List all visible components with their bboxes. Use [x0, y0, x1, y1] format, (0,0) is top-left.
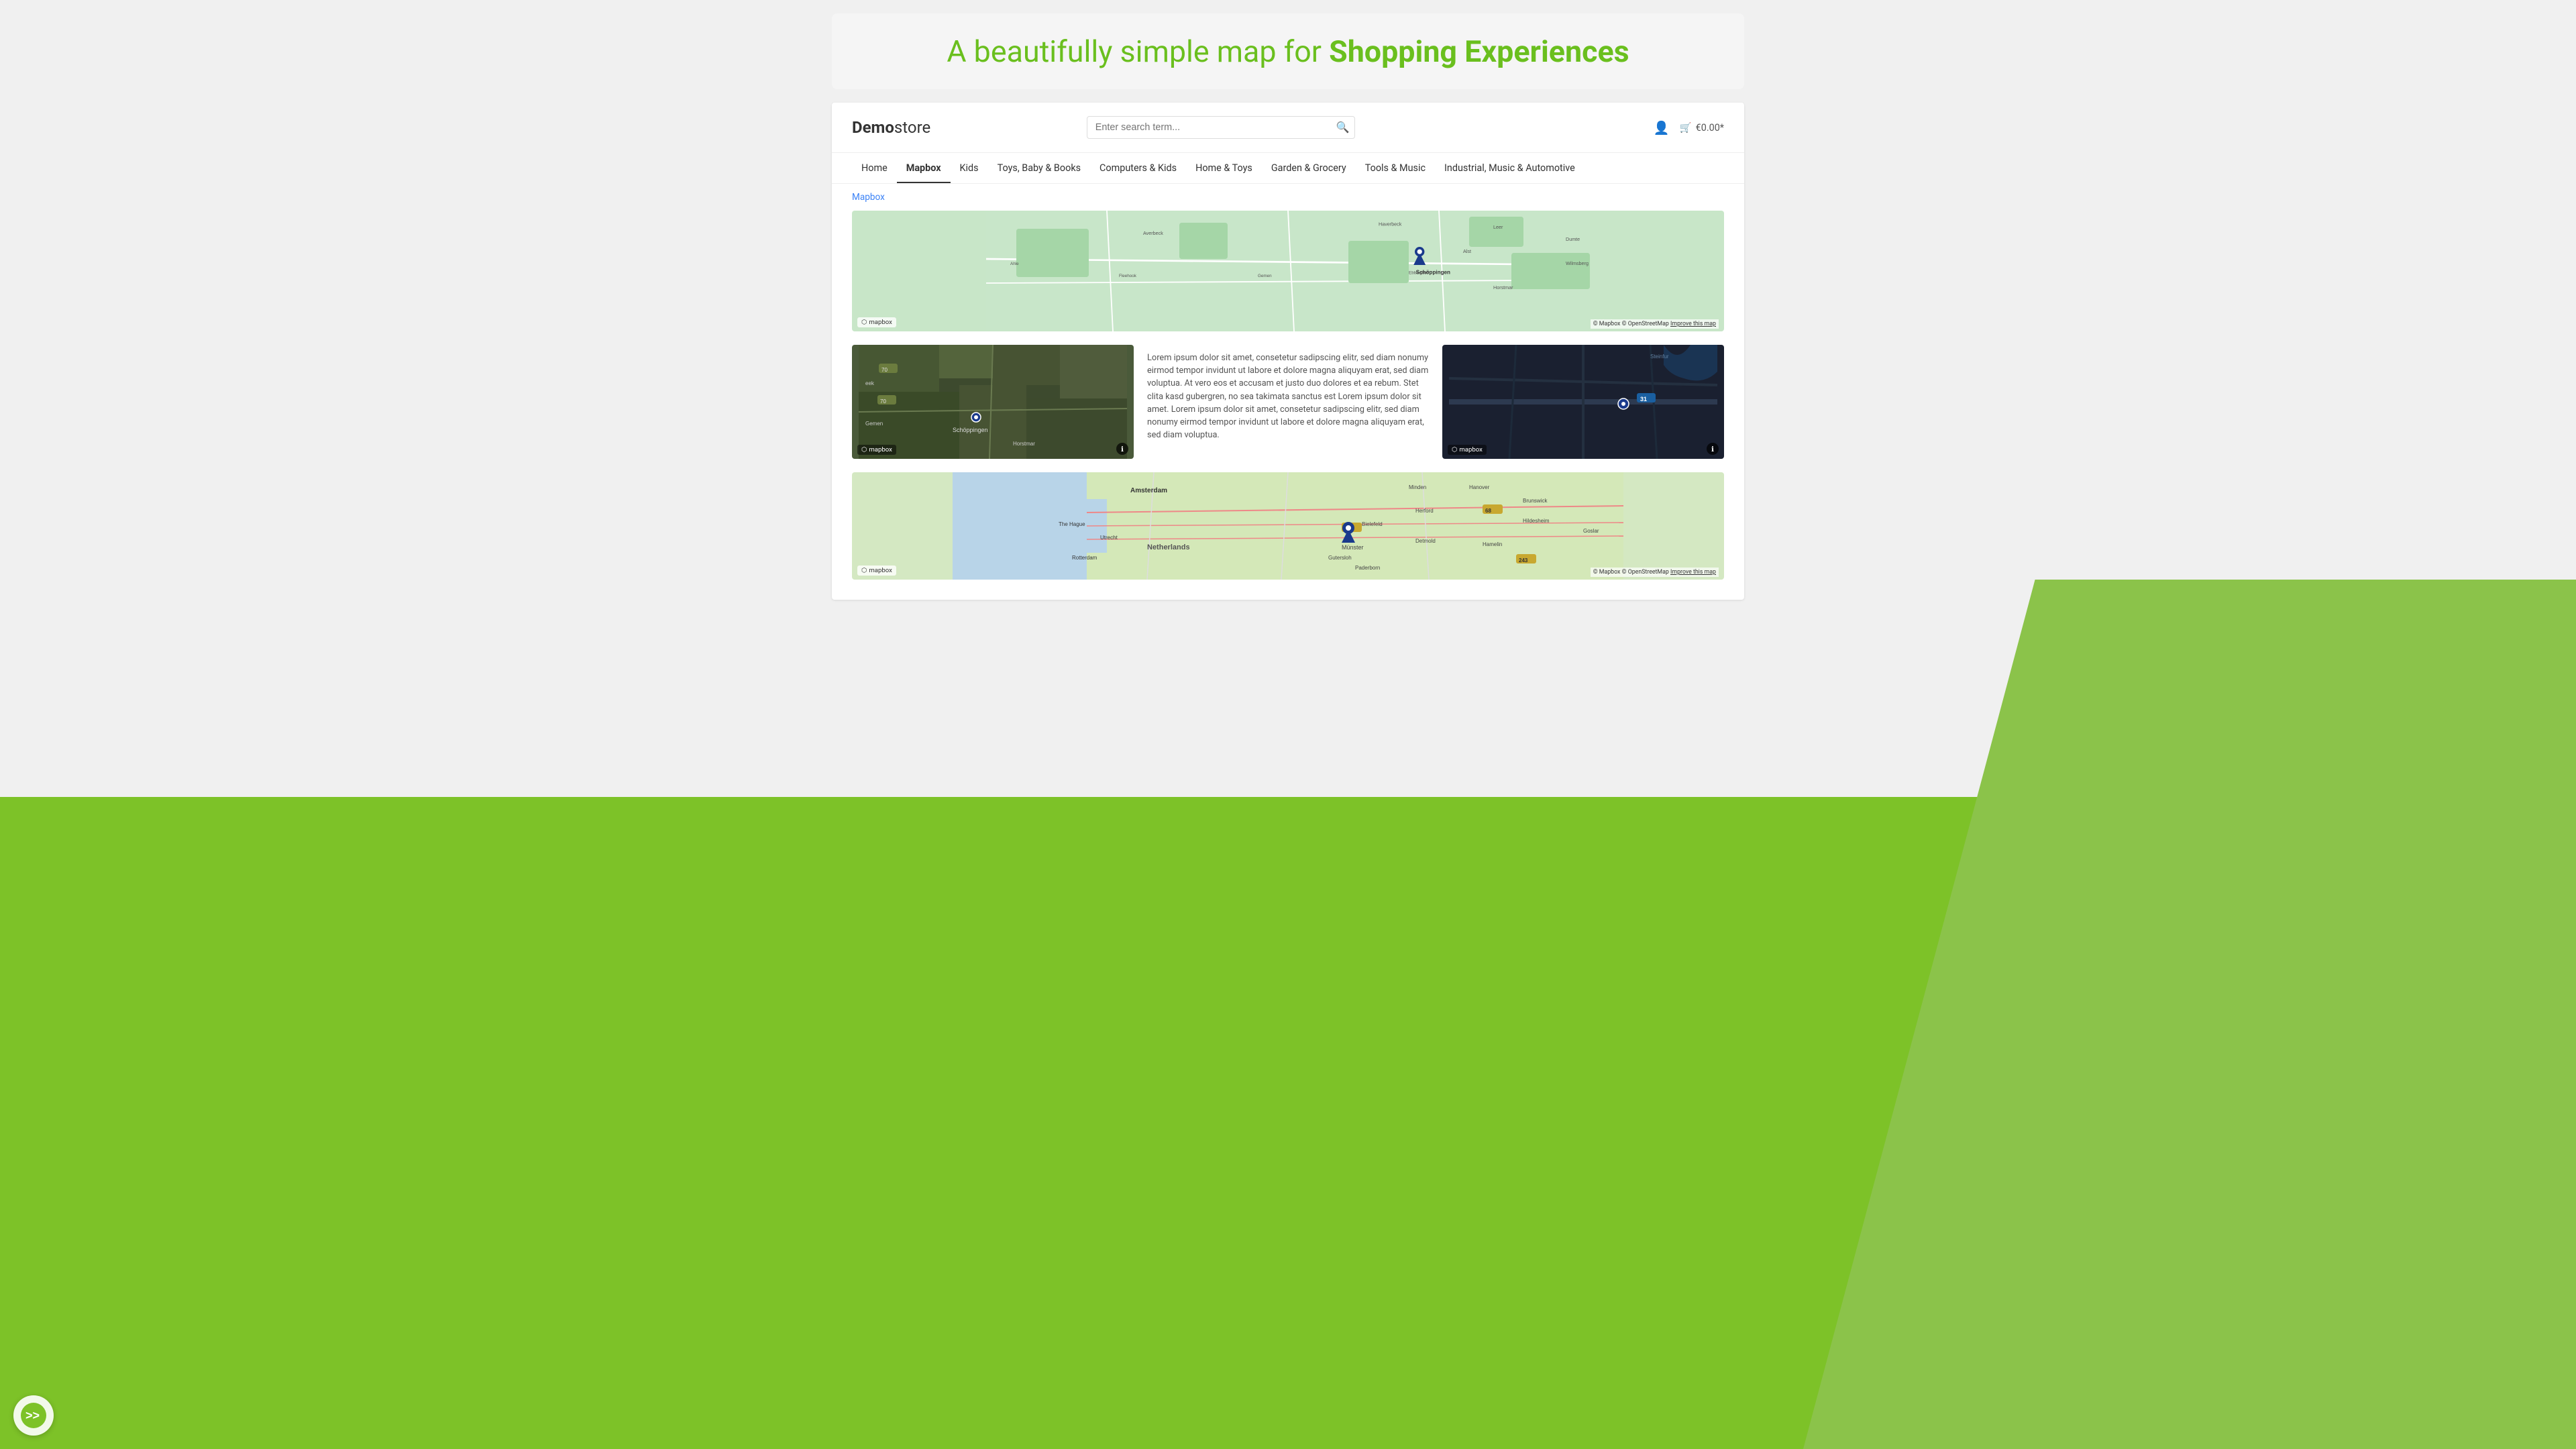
nav-item-kids[interactable]: Kids [951, 153, 988, 183]
bottom-logo-icon: >> [20, 1402, 47, 1429]
svg-text:Horstmar: Horstmar [1493, 284, 1513, 290]
map-attribution-1: © Mapbox © OpenStreetMap Improve this ma… [1591, 319, 1719, 329]
bottom-logo[interactable]: >> [13, 1395, 54, 1436]
svg-text:Netherlands: Netherlands [1147, 543, 1190, 551]
header-actions: 👤 🛒 €0.00* [1654, 120, 1724, 136]
svg-text:Ahle: Ahle [1010, 262, 1019, 266]
svg-text:68: 68 [1485, 508, 1491, 514]
breadcrumb: Mapbox [832, 184, 1744, 211]
store-nav: Home Mapbox Kids Toys, Baby & Books Comp… [832, 153, 1744, 184]
cart-total: €0.00* [1696, 122, 1724, 133]
svg-text:Haverbeck: Haverbeck [1379, 221, 1402, 227]
svg-text:eek: eek [865, 380, 875, 386]
mapbox-logo-3: ⬡mapbox [1448, 445, 1487, 455]
cart-info[interactable]: 🛒 €0.00* [1680, 122, 1724, 133]
svg-text:Steinfur: Steinfur [1650, 354, 1669, 360]
map-bottom-svg: 68 N35 243 Amsterdam The Hague Utrecht R… [852, 472, 1724, 580]
store-logo[interactable]: Demostore [852, 118, 930, 137]
map-full-svg: Averbeck Haverbeck Leer Dumte Ahle Fleeh… [852, 211, 1724, 331]
svg-text:Dumte: Dumte [1566, 236, 1580, 242]
info-icon-2[interactable]: ℹ [1707, 443, 1719, 455]
svg-text:70: 70 [880, 398, 886, 405]
breadcrumb-link[interactable]: Mapbox [852, 192, 885, 203]
svg-text:243: 243 [1519, 557, 1528, 564]
svg-text:Herford: Herford [1415, 508, 1434, 514]
svg-text:Schöppingen: Schöppingen [1416, 270, 1450, 276]
map-full-top: Averbeck Haverbeck Leer Dumte Ahle Fleeh… [852, 211, 1724, 331]
mapbox-logo-2: ⬡mapbox [857, 445, 896, 455]
svg-text:Amsterdam: Amsterdam [1130, 487, 1167, 494]
info-icon-1[interactable]: ℹ [1116, 443, 1128, 455]
cart-icon: 🛒 [1680, 122, 1692, 133]
svg-text:Gemen: Gemen [865, 421, 883, 427]
svg-text:Alst: Alst [1463, 248, 1471, 254]
svg-text:Bielefeld: Bielefeld [1362, 521, 1383, 527]
improve-map-link-1[interactable]: Improve this map [1670, 321, 1716, 327]
improve-map-link-2[interactable]: Improve this map [1670, 569, 1716, 576]
nav-item-home[interactable]: Home [852, 153, 897, 183]
search-button[interactable]: 🔍 [1336, 121, 1350, 134]
svg-text:Gutersloh: Gutersloh [1328, 555, 1352, 561]
svg-text:Horstmar: Horstmar [1013, 441, 1035, 447]
nav-item-toys[interactable]: Toys, Baby & Books [988, 153, 1090, 183]
hero-section: A beautifully simple map for Shopping Ex… [832, 13, 1744, 89]
nav-item-mapbox[interactable]: Mapbox [897, 153, 951, 183]
map-satellite: 70 70 eek Gemen Schöppingen Horstmar ⬡ma… [852, 345, 1134, 459]
svg-text:Wilmsberg: Wilmsberg [1566, 260, 1589, 266]
svg-text:Detmold: Detmold [1415, 538, 1436, 544]
svg-text:Utrecht: Utrecht [1100, 535, 1118, 541]
nav-item-tools[interactable]: Tools & Music [1356, 153, 1435, 183]
hero-title: A beautifully simple map for Shopping Ex… [859, 34, 1717, 69]
map-description: Lorem ipsum dolor sit amet, consetetur s… [1147, 345, 1429, 448]
content-area: Averbeck Haverbeck Leer Dumte Ahle Fleeh… [832, 211, 1744, 580]
svg-text:Fleehook: Fleehook [1119, 274, 1137, 278]
user-icon[interactable]: 👤 [1654, 120, 1670, 136]
svg-text:Hanover: Hanover [1469, 484, 1490, 490]
svg-text:Leer: Leer [1493, 224, 1503, 230]
svg-text:Minden: Minden [1409, 484, 1426, 490]
search-bar: 🔍 [1087, 116, 1355, 139]
svg-text:70: 70 [881, 367, 888, 373]
svg-text:31: 31 [1640, 396, 1647, 402]
svg-text:Averbeck: Averbeck [1143, 230, 1163, 236]
store-container: Demostore 🔍 👤 🛒 €0.00* Home Mapbox Kids … [832, 103, 1744, 600]
svg-text:The Hague: The Hague [1059, 521, 1085, 527]
store-header: Demostore 🔍 👤 🛒 €0.00* [832, 103, 1744, 153]
svg-text:Goslar: Goslar [1583, 528, 1599, 534]
svg-text:>>: >> [25, 1409, 40, 1422]
map-row: 70 70 eek Gemen Schöppingen Horstmar ⬡ma… [852, 345, 1724, 459]
mapbox-logo-4: ⬡mapbox [857, 566, 896, 576]
nav-item-home-toys[interactable]: Home & Toys [1186, 153, 1262, 183]
map-bottom: 68 N35 243 Amsterdam The Hague Utrecht R… [852, 472, 1724, 580]
svg-text:Brunswick: Brunswick [1523, 498, 1548, 504]
map-dark: 31 Steinfur ⬡mapbox ℹ [1442, 345, 1724, 459]
map-satellite-svg: 70 70 eek Gemen Schöppingen Horstmar [852, 345, 1134, 459]
svg-text:Schöppingen: Schöppingen [953, 427, 988, 433]
svg-text:Gemen: Gemen [1258, 274, 1272, 278]
map-attribution-2: © Mapbox © OpenStreetMap Improve this ma… [1591, 568, 1719, 577]
mapbox-logo-1: ⬡mapbox [857, 317, 896, 327]
svg-text:Münster: Münster [1342, 544, 1364, 551]
svg-text:Rotterdam: Rotterdam [1072, 555, 1097, 561]
map-dark-svg: 31 Steinfur [1442, 345, 1724, 459]
nav-item-industrial[interactable]: Industrial, Music & Automotive [1435, 153, 1585, 183]
svg-text:Hildesheim: Hildesheim [1523, 518, 1550, 524]
nav-item-garden[interactable]: Garden & Grocery [1262, 153, 1356, 183]
nav-item-computers[interactable]: Computers & Kids [1090, 153, 1186, 183]
svg-text:Paderborn: Paderborn [1355, 565, 1380, 571]
svg-text:Hamelin: Hamelin [1483, 541, 1502, 547]
search-input[interactable] [1087, 116, 1355, 139]
